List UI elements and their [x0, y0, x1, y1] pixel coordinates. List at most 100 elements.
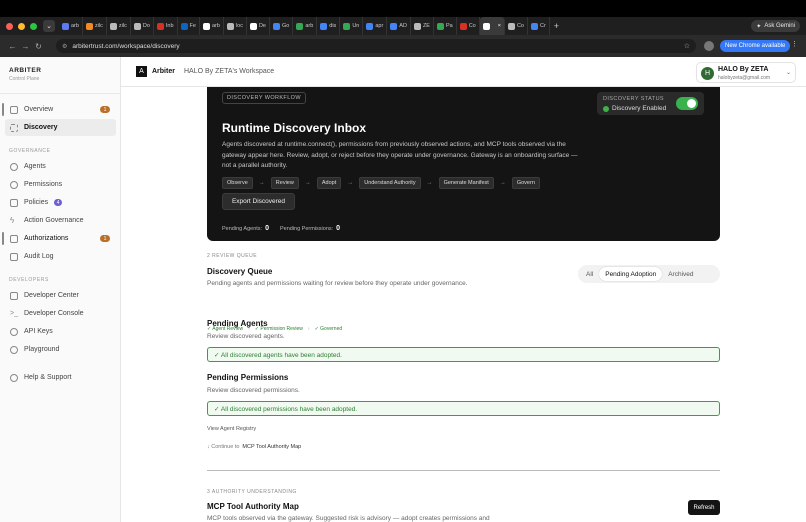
continue-target: MCP Tool Authority Map	[242, 444, 302, 450]
browser-tab[interactable]: arb	[59, 17, 83, 35]
sidebar-item-label: Discovery	[24, 124, 58, 131]
url-text: arbitertrust.com/workspace/discovery	[72, 42, 180, 50]
browser-tab[interactable]: ZE	[411, 17, 434, 35]
browser-tab[interactable]: Cr	[528, 17, 550, 35]
tab-label: arb	[71, 23, 79, 29]
export-discovered-button[interactable]: Export Discovered	[222, 193, 295, 210]
bookmark-star-icon[interactable]: ☆	[684, 42, 690, 50]
permissions-adopted-alert: ✓ All discovered permissions have been a…	[207, 401, 720, 416]
policies-count-badge: 4	[54, 199, 63, 206]
sidebar-item-permissions[interactable]: Permissions	[5, 176, 116, 193]
browser-tab[interactable]: Un	[340, 17, 364, 35]
sidebar: ARBITER Control Plane Overview 1 Discove…	[0, 57, 121, 522]
tab-archived[interactable]: Archived	[662, 267, 699, 281]
browser-tab[interactable]: Fe	[178, 17, 200, 35]
sidebar-item-developer-center[interactable]: Developer Center	[5, 287, 116, 304]
close-tab-icon[interactable]: ×	[498, 23, 501, 29]
pending-permissions-value: 0	[336, 225, 341, 232]
browser-tab[interactable]: zilc	[107, 17, 131, 35]
sidebar-item-action-governance[interactable]: ϟ Action Governance	[5, 212, 116, 229]
sidebar-item-playground[interactable]: Playground	[5, 341, 116, 358]
browser-tab[interactable]: Inb	[154, 17, 178, 35]
sidebar-item-label: Agents	[24, 163, 46, 170]
developer-center-icon	[10, 291, 18, 300]
arbiter-logo-icon: A	[136, 66, 147, 77]
browser-tab[interactable]: De	[247, 17, 270, 35]
sidebar-item-api-keys[interactable]: API Keys	[5, 323, 116, 340]
developers-section-label: DEVELOPERS	[9, 277, 49, 283]
browser-tab[interactable]: zilc	[83, 17, 107, 35]
browser-tab[interactable]: apr	[363, 17, 388, 35]
reload-icon[interactable]: ↻	[34, 42, 43, 51]
minimize-window-button[interactable]	[18, 22, 25, 30]
tab-favicon-icon	[202, 22, 210, 30]
flow-step-review: Review	[270, 177, 299, 189]
sidebar-item-help-support[interactable]: Help & Support	[5, 369, 116, 386]
sidebar-item-audit-log[interactable]: Audit Log	[5, 248, 116, 265]
flow-step-generate-manifest: Generate Manifest	[438, 177, 494, 189]
browser-tab[interactable]: dis	[317, 17, 341, 35]
page-title: Runtime Discovery Inbox	[222, 121, 367, 135]
tab-label: Co	[516, 23, 524, 29]
queue-filter-tabs: All Pending Adoption Archived	[578, 265, 720, 283]
main-content[interactable]: DISCOVERY WORKFLOW DISCOVERY STATUS Disc…	[121, 87, 806, 522]
tab-favicon-icon	[109, 22, 117, 30]
continue-link[interactable]: ↓ Continue to MCP Tool Authority Map	[207, 444, 301, 450]
discovery-icon	[10, 123, 18, 132]
status-dot-icon	[603, 105, 609, 112]
flow-step-understand-authority: Understand Authority	[359, 177, 421, 189]
authority-section-label: 3 AUTHORITY UNDERSTANDING	[207, 489, 297, 495]
view-agent-registry-link[interactable]: View Agent Registry	[207, 426, 256, 432]
sidebar-item-policies[interactable]: Policies 4	[5, 194, 116, 211]
tab-all[interactable]: All	[580, 267, 599, 281]
url-bar[interactable]: ⚙ arbitertrust.com/workspace/discovery ☆	[56, 39, 696, 53]
profile-avatar[interactable]	[704, 41, 714, 51]
browser-tab[interactable]: ×	[479, 17, 505, 35]
tab-label: Cr	[539, 23, 546, 29]
browser-tab[interactable]: Co	[505, 17, 528, 35]
discovery-status-box: DISCOVERY STATUS Discovery Enabled	[597, 92, 704, 115]
new-tab-button[interactable]: +	[554, 21, 559, 31]
tab-strip: arb zilc zilc Do Inb Fe arb loc De Go arb dis Un apr A…	[59, 17, 550, 35]
chevron-right-icon: ›	[307, 326, 310, 332]
update-chrome-button[interactable]: New Chrome available	[720, 40, 791, 52]
browser-tab[interactable]: Do	[131, 17, 154, 35]
browser-tab[interactable]: arb	[200, 17, 224, 35]
sidebar-item-authorizations[interactable]: Authorizations 1	[2, 230, 116, 247]
sidebar-item-agents[interactable]: Agents	[5, 158, 116, 175]
governance-section-label: GOVERNANCE	[9, 148, 51, 154]
tab-favicon-icon	[530, 22, 538, 30]
refresh-button[interactable]: Refresh	[688, 500, 720, 515]
browser-tab[interactable]: arb	[293, 17, 318, 35]
arrow-right-icon: →	[304, 180, 311, 186]
sidebar-item-overview[interactable]: Overview 1	[2, 101, 116, 118]
workflow-tag: DISCOVERY WORKFLOW	[222, 92, 306, 104]
discovery-toggle[interactable]	[676, 97, 698, 110]
browser-tab[interactable]: Co	[457, 17, 480, 35]
flow-step-observe: Observe	[222, 177, 253, 189]
tab-label: arb	[211, 23, 220, 29]
ask-gemini-button[interactable]: ✦ Ask Gemini	[751, 20, 800, 32]
close-window-button[interactable]	[6, 22, 13, 30]
tab-search-button[interactable]: ⌄	[43, 20, 55, 32]
site-info-icon[interactable]: ⚙	[62, 43, 67, 50]
browser-tab[interactable]: Go	[270, 17, 294, 35]
sidebar-item-developer-console[interactable]: >_ Developer Console	[5, 305, 116, 322]
tab-favicon-icon	[320, 22, 328, 30]
user-menu-button[interactable]: H HALO By ZETA halobyzeta@gmail.com ⌄	[696, 62, 796, 83]
browser-tab[interactable]: loc	[224, 17, 247, 35]
browser-tab[interactable]: AD	[387, 17, 411, 35]
sidebar-item-discovery[interactable]: Discovery	[5, 119, 116, 136]
top-bar: A Arbiter HALO By ZETA's Workspace H HAL…	[121, 57, 806, 87]
back-icon[interactable]: ←	[8, 42, 17, 51]
sidebar-item-label: Playground	[24, 346, 60, 353]
tab-pending-adoption[interactable]: Pending Adoption	[599, 267, 663, 281]
tab-favicon-icon	[436, 22, 444, 30]
maximize-window-button[interactable]	[30, 22, 37, 30]
user-name: HALO By ZETA	[718, 66, 769, 73]
forward-icon[interactable]: →	[21, 42, 30, 51]
chrome-menu-icon[interactable]: ⋮	[791, 40, 798, 48]
browser-tab[interactable]: Pa	[434, 17, 457, 35]
brand: ARBITER Control Plane	[9, 67, 41, 82]
tab-label: apr	[375, 23, 384, 29]
